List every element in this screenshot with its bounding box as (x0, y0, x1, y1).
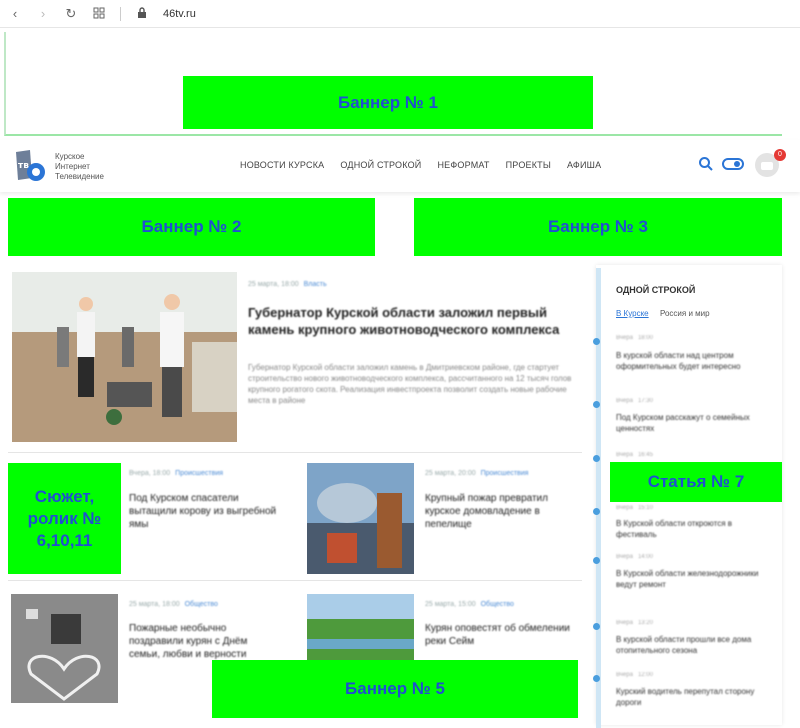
sidebar-item-date: Вчера (616, 335, 633, 341)
logo-text: Курское Интернет Телевидение (55, 152, 104, 182)
sidebar-item-date: Вчера (616, 620, 633, 626)
timeline-dot (593, 623, 600, 630)
card-tag[interactable]: Общество (185, 601, 218, 608)
notification-badge: 0 (774, 149, 786, 161)
sidebar-item-title[interactable]: Курский водитель перепутал сторону дорог… (616, 686, 766, 708)
card-meta: 25 марта, 20:00 Происшествия (425, 470, 528, 477)
nav-item-projects[interactable]: ПРОЕКТЫ (506, 160, 551, 170)
address-bar[interactable]: 46tv.ru (163, 8, 196, 20)
timeline-dot (593, 455, 600, 462)
sidebar-item-meta: Вчера 18:00 (616, 335, 653, 341)
sidebar-item-time: 12:00 (637, 672, 653, 678)
logo-line: Интернет (55, 162, 90, 171)
feature-meta: 25 марта, 18:00 Власть (248, 281, 327, 288)
sidebar-item-title[interactable]: В Курской области откроются в фестиваль (616, 518, 766, 540)
card-date: 25 марта, 15:00 (425, 601, 476, 608)
sidebar-item-meta: Вчера 12:00 (616, 672, 653, 678)
sidebar-item-date: Вчера (616, 554, 633, 560)
sidebar-item-meta: Вчера 16:45 (616, 452, 653, 458)
sidebar-item-date: Вчера (616, 672, 633, 678)
sidebar-item-time: 17:30 (637, 398, 653, 404)
card-photo-firefighters[interactable] (11, 594, 118, 703)
banner-1[interactable]: Баннер № 1 (183, 76, 593, 129)
sidebar-title: ОДНОЙ СТРОКОЙ (616, 285, 696, 295)
card-meta: 25 марта, 18:00 Общество (129, 601, 218, 608)
sidebar-item-time: 18:00 (637, 335, 653, 341)
reload-icon[interactable]: ↻ (64, 6, 78, 21)
card-meta: 25 марта, 15:00 Общество (425, 601, 514, 608)
banner-3[interactable]: Баннер № 3 (414, 198, 782, 256)
card-title[interactable]: Пожарные необычно поздравили курян с Днё… (129, 622, 279, 661)
row-divider (8, 452, 582, 453)
banner-2[interactable]: Баннер № 2 (8, 198, 375, 256)
sidebar-item-time: 15:10 (637, 505, 653, 511)
site-header: тв Курское Интернет Телевидение НОВОСТИ … (0, 140, 800, 192)
search-icon[interactable] (698, 156, 714, 172)
feature-photo[interactable] (12, 272, 237, 442)
nav-item-neformat[interactable]: НЕФОРМАТ (437, 160, 489, 170)
sidebar-item-time: 13:20 (637, 620, 653, 626)
sidebar-tab-world[interactable]: Россия и мир (660, 309, 710, 318)
sidebar-item-date: Вчера (616, 505, 633, 511)
toolbar-divider (120, 6, 121, 21)
sidebar-item-title[interactable]: В Курской области железнодорожники ведут… (616, 568, 766, 590)
row-divider (8, 580, 582, 581)
nav-item-news[interactable]: НОВОСТИ КУРСКА (240, 160, 324, 170)
sidebar-item-date: Вчера (616, 398, 633, 404)
nav-item-one-line[interactable]: ОДНОЙ СТРОКОЙ (340, 160, 421, 170)
card-tag[interactable]: Происшествия (175, 470, 223, 477)
story-video-banner[interactable]: Сюжет, ролик № 6,10,11 (8, 463, 121, 574)
sidebar-item-date: Вчера (616, 452, 633, 458)
card-photo-river[interactable] (307, 594, 414, 664)
timeline-dot (593, 557, 600, 564)
feature-title[interactable]: Губернатор Курской области заложил первы… (248, 304, 578, 338)
timeline-dot (593, 401, 600, 408)
card-photo-fire[interactable] (307, 463, 414, 574)
article-7-banner[interactable]: Статья № 7 (610, 462, 782, 502)
site-logo-icon[interactable]: тв (12, 148, 48, 184)
sidebar-item-time: 14:00 (637, 554, 653, 560)
sidebar-item-meta: Вчера 13:20 (616, 620, 653, 626)
browser-toolbar: ‹ › ↻ 46tv.ru (0, 0, 800, 28)
feature-tag[interactable]: Власть (304, 281, 327, 288)
card-title[interactable]: Под Курском спасатели вытащили корову из… (129, 492, 279, 531)
sidebar-tab-kursk[interactable]: В Курске (616, 309, 649, 318)
back-icon[interactable]: ‹ (8, 6, 22, 21)
card-date: 25 марта, 20:00 (425, 470, 476, 477)
sidebar-item-title[interactable]: В курской области над центром оформитель… (616, 350, 766, 372)
sidebar-timeline (596, 268, 601, 728)
timeline-dot (593, 508, 600, 515)
card-tag[interactable]: Общество (481, 601, 514, 608)
card-date: 25 марта, 18:00 (129, 601, 180, 608)
lock-icon (135, 6, 149, 21)
sidebar-item-meta: Вчера 14:00 (616, 554, 653, 560)
feature-date: 25 марта, 18:00 (248, 281, 299, 288)
forward-icon[interactable]: › (36, 6, 50, 21)
card-title[interactable]: Курян оповестят об обмелении реки Сейм (425, 622, 575, 648)
card-meta: Вчера, 18:00 Происшествия (129, 470, 223, 477)
svg-text:тв: тв (18, 161, 29, 171)
card-tag[interactable]: Происшествия (481, 470, 529, 477)
sidebar-item-title[interactable]: В курской области прошли все дома отопит… (616, 634, 766, 656)
main-nav: НОВОСТИ КУРСКА ОДНОЙ СТРОКОЙ НЕФОРМАТ ПР… (240, 160, 601, 170)
theme-toggle-icon[interactable] (722, 156, 744, 172)
sidebar-item-meta: Вчера 17:30 (616, 398, 653, 404)
timeline-dot (593, 338, 600, 345)
card-title[interactable]: Крупный пожар превратил курское домовлад… (425, 492, 575, 531)
sidebar-item-time: 16:45 (637, 452, 653, 458)
tabs-grid-icon[interactable] (92, 7, 106, 21)
nav-item-afisha[interactable]: АФИША (567, 160, 601, 170)
sidebar-item-title[interactable]: Под Курском расскажут о семейных ценност… (616, 412, 766, 434)
feature-text: Губернатор Курской области заложил камен… (248, 363, 572, 405)
card-date: Вчера, 18:00 (129, 470, 171, 477)
logo-line: Телевидение (55, 172, 104, 181)
sidebar-item-meta: Вчера 15:10 (616, 505, 653, 511)
timeline-dot (593, 675, 600, 682)
banner-5[interactable]: Баннер № 5 (212, 660, 578, 718)
logo-line: Курское (55, 152, 85, 161)
